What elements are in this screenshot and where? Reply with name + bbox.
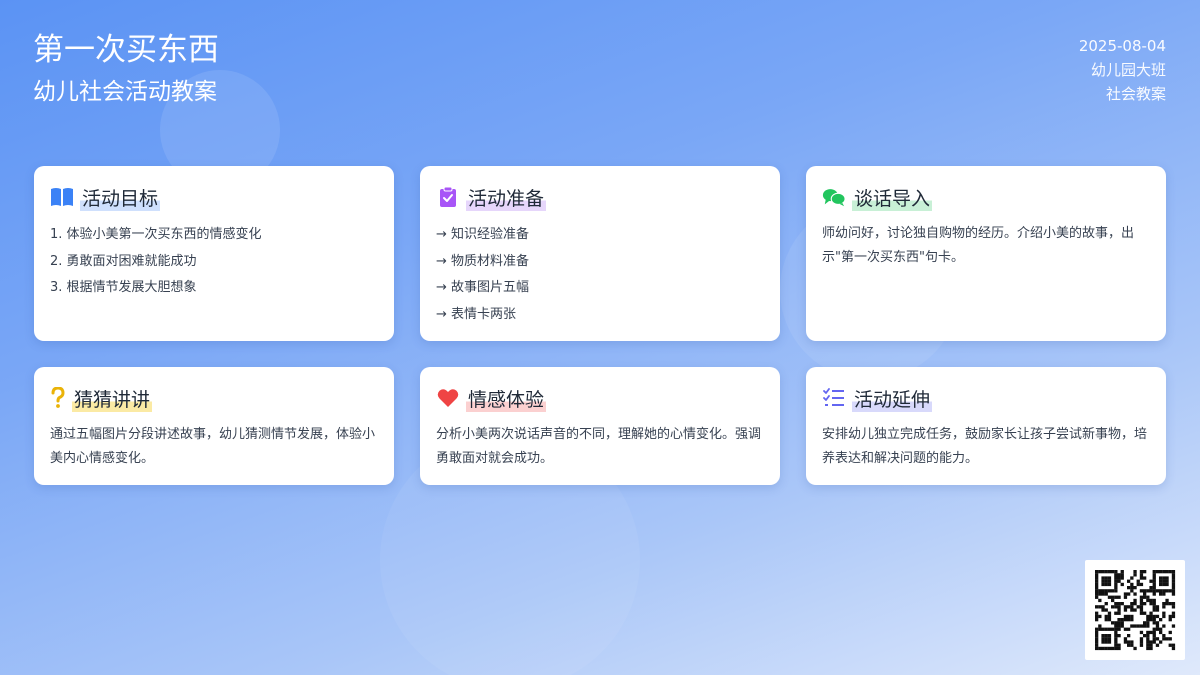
- class-label: 幼儿园大班: [1090, 61, 1166, 79]
- card-emotional-experience: 情感体验 分析小美两次说话声音的不同，理解她的心情变化。强调勇敢面对就会成功。: [420, 367, 780, 485]
- list-item: → 物质材料准备: [436, 253, 530, 269]
- category-label: 社会教案: [1105, 85, 1166, 103]
- card-header: 活动延伸: [822, 384, 1150, 412]
- card-text: 通过五幅图片分段讲述故事，幼儿猜测情节发展，体验小美内心情感变化。: [50, 427, 376, 466]
- card-activity-goals: 活动目标 1. 体验小美第一次买东西的情感变化 2. 勇敢面对困难就能成功 3.…: [34, 166, 394, 341]
- card-title: 情感体验: [466, 384, 547, 412]
- chat-bubbles-icon: [822, 186, 846, 208]
- card-title: 活动目标: [80, 183, 161, 211]
- book-icon: [50, 186, 74, 208]
- list-item: → 故事图片五幅: [436, 280, 530, 295]
- card-activity-extension: 活动延伸 安排幼儿独立完成任务，鼓励家长让孩子尝试新事物，培养表达和解决问题的能…: [806, 367, 1166, 485]
- card-text: 安排幼儿独立完成任务，鼓励家长让孩子尝试新事物，培养表达和解决问题的能力。: [822, 427, 1148, 466]
- card-header: 活动目标: [50, 183, 378, 211]
- card-guess-and-tell: 猜猜讲讲 通过五幅图片分段讲述故事，幼儿猜测情节发展，体验小美内心情感变化。: [34, 367, 394, 485]
- card-header: 活动准备: [436, 183, 764, 211]
- page-subtitle: 幼儿社会活动教案: [33, 79, 217, 105]
- checklist-icon: [822, 387, 846, 409]
- question-mark-icon: [50, 387, 66, 409]
- card-activity-preparation: 活动准备 → 知识经验准备 → 物质材料准备 → 故事图片五幅 → 表情卡两张: [420, 166, 780, 341]
- card-title: 活动延伸: [852, 384, 933, 412]
- card-introduction: 谈话导入 师幼问好，讨论独自购物的经历。介绍小美的故事，出示"第一次买东西"句卡…: [806, 166, 1166, 341]
- card-header: 谈话导入: [822, 183, 1150, 211]
- card-title: 谈话导入: [852, 183, 933, 211]
- card-header: 情感体验: [436, 384, 764, 412]
- card-list: → 知识经验准备 → 物质材料准备 → 故事图片五幅 → 表情卡两张: [436, 222, 764, 328]
- date-label: 2025-08-04: [1078, 37, 1166, 55]
- list-item: 2. 勇敢面对困难就能成功: [50, 253, 197, 269]
- heart-icon: [436, 387, 460, 409]
- list-item: → 表情卡两张: [436, 306, 517, 322]
- clipboard-check-icon: [436, 186, 460, 208]
- page: 第一次买东西 幼儿社会活动教案 2025-08-04 幼儿园大班 社会教案 活动…: [0, 0, 1200, 675]
- header: 第一次买东西 幼儿社会活动教案: [33, 30, 219, 107]
- card-header: 猜猜讲讲: [50, 384, 378, 412]
- card-list: 1. 体验小美第一次买东西的情感变化 2. 勇敢面对困难就能成功 3. 根据情节…: [50, 222, 378, 302]
- card-text: 分析小美两次说话声音的不同，理解她的心情变化。强调勇敢面对就会成功。: [436, 427, 762, 466]
- page-title: 第一次买东西: [33, 32, 219, 68]
- list-item: 3. 根据情节发展大胆想象: [50, 280, 197, 295]
- card-title: 活动准备: [466, 183, 547, 211]
- list-item: → 知识经验准备: [436, 227, 530, 242]
- header-meta: 2025-08-04 幼儿园大班 社会教案: [1079, 34, 1166, 106]
- list-item: 1. 体验小美第一次买东西的情感变化: [50, 227, 262, 242]
- qr-code-icon: [1085, 560, 1185, 660]
- card-text: 师幼问好，讨论独自购物的经历。介绍小美的故事，出示"第一次买东西"句卡。: [822, 226, 1135, 265]
- card-title: 猜猜讲讲: [72, 384, 153, 412]
